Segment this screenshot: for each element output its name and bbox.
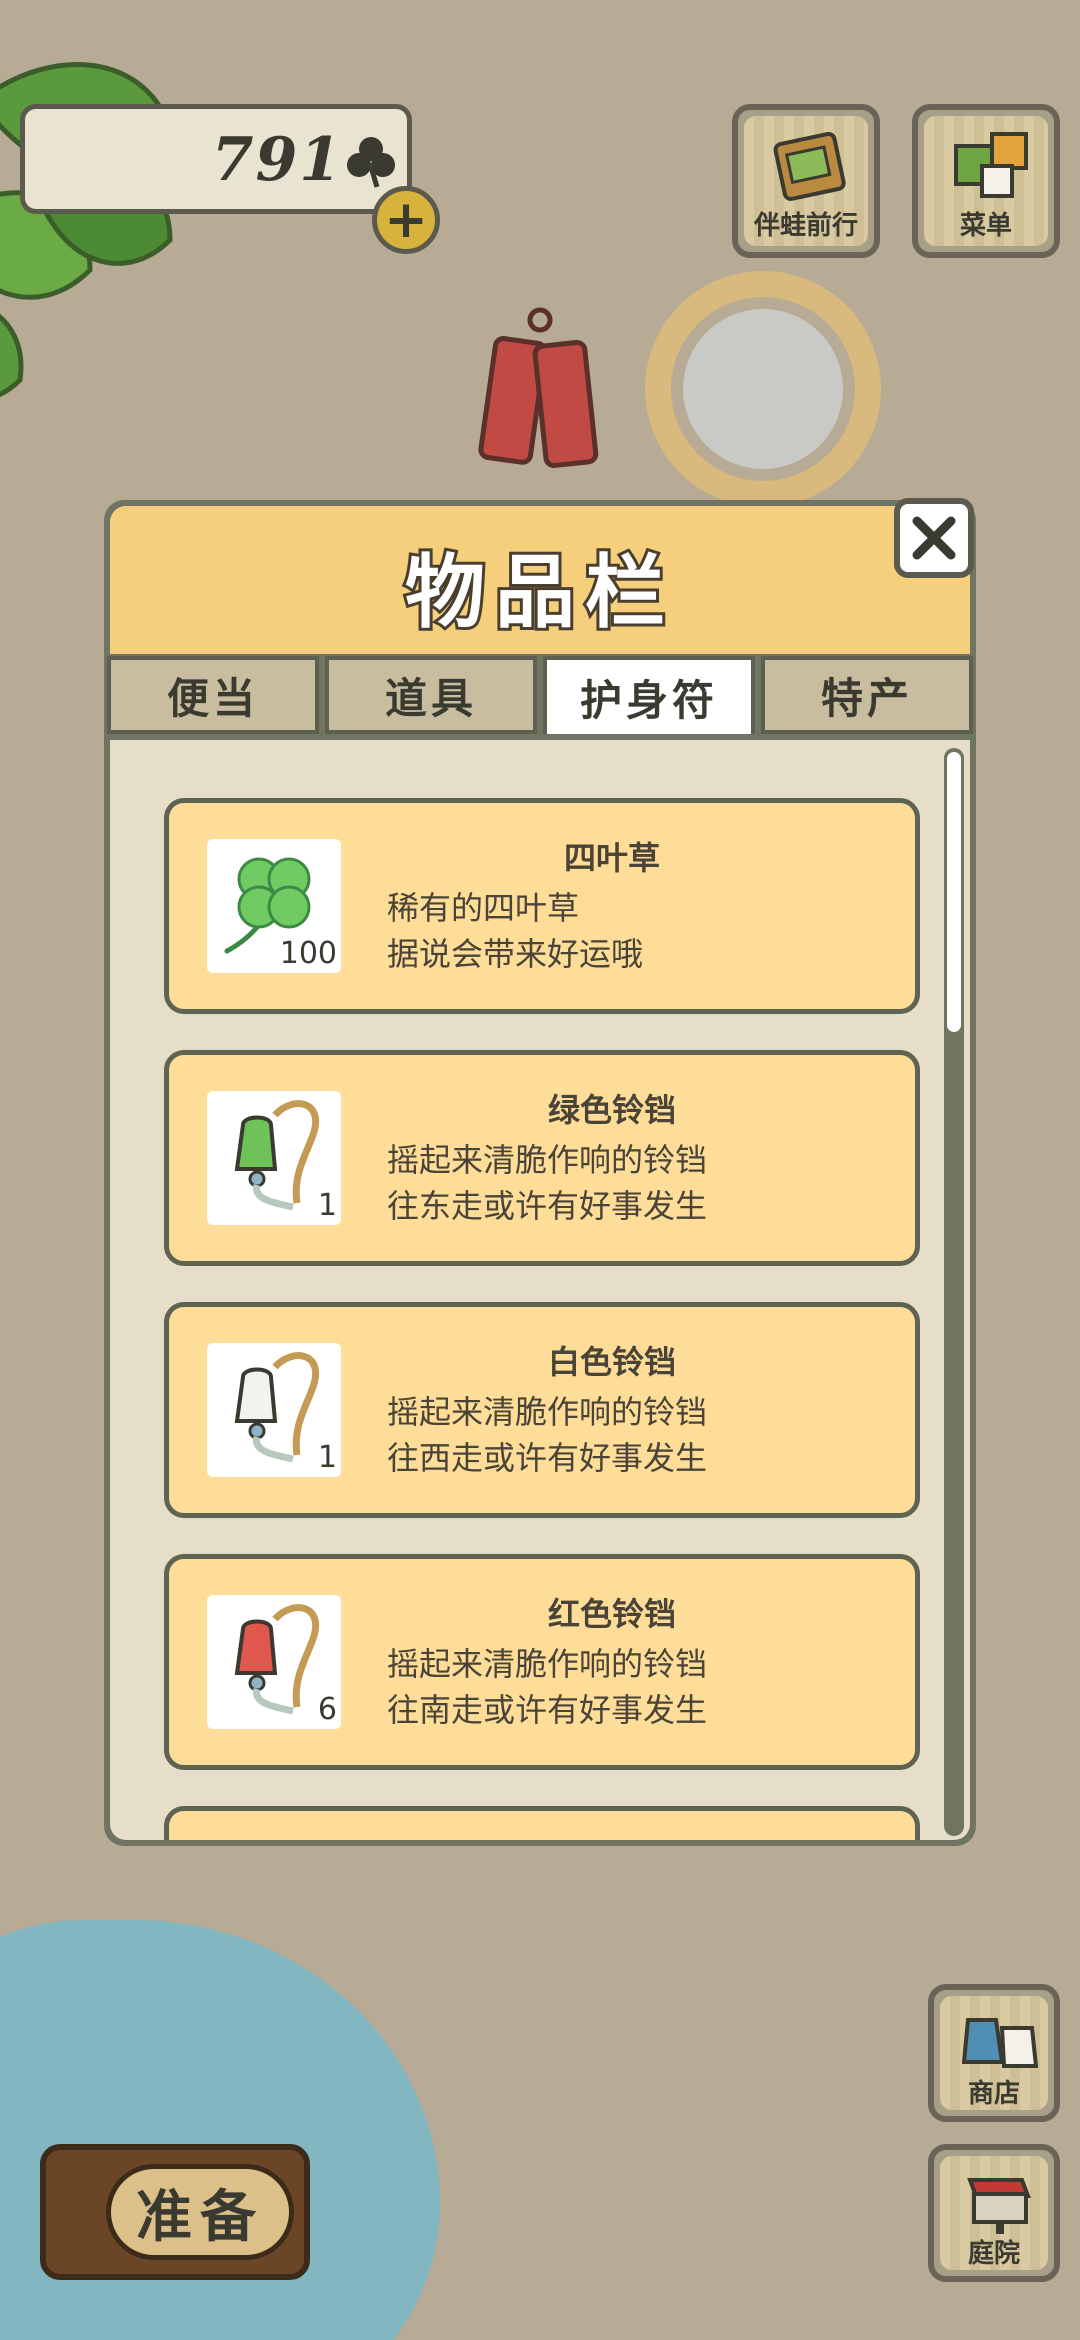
item-thumbnail: 1 [207, 1091, 341, 1225]
item-name: 红色铃铛 [547, 1595, 676, 1633]
item-desc-line-2: 往南走或许有好事发生 [387, 1691, 708, 1729]
tab-charms[interactable]: 护身符 [543, 656, 755, 734]
shop-button[interactable]: 商店 [928, 1984, 1060, 2122]
item-name: 四叶草 [563, 839, 660, 877]
tab-specialties[interactable]: 特产 [761, 656, 973, 734]
item-thumbnail: 1 [207, 1343, 341, 1477]
menu-icon [954, 132, 1028, 198]
menu-button[interactable]: 菜单 [912, 104, 1060, 258]
item-card-green-bell[interactable]: 1 绿色铃铛 摇起来清脆作响的铃铛 往东走或许有好事发生 [164, 1050, 920, 1266]
item-card-red-bell[interactable]: 6 红色铃铛 摇起来清脆作响的铃铛 往南走或许有好事发生 [164, 1554, 920, 1770]
item-description: 摇起来清脆作响的铃铛 往东走或许有好事发生 [387, 1137, 707, 1229]
tab-tools[interactable]: 道具 [325, 656, 537, 734]
item-thumbnail: 6 [207, 1595, 341, 1729]
item-desc-line-1: 摇起来清脆作响的铃铛 [387, 1141, 708, 1179]
item-description: 摇起来清脆作响的铃铛 往南走或许有好事发生 [387, 1641, 707, 1733]
yard-label: 庭院 [967, 2239, 1020, 2269]
item-name: 白色铃铛 [547, 1343, 676, 1381]
red-bell-icon [234, 1604, 319, 1715]
inventory-list[interactable]: 100 四叶草 稀有的四叶草 据说会带来好运哦 1 绿色铃铛 摇起来清脆作响的铃… [110, 740, 970, 1840]
currency-display: 791 [20, 104, 412, 214]
item-card-four-leaf-clover[interactable]: 100 四叶草 稀有的四叶草 据说会带来好运哦 [164, 798, 920, 1014]
item-count: 1 [317, 1440, 337, 1475]
journal-label: 伴蛙前行 [753, 211, 858, 241]
close-icon [912, 516, 956, 560]
item-desc-line-2: 往西走或许有好事发生 [387, 1439, 708, 1477]
ring-decoration [645, 271, 881, 507]
menu-label: 菜单 [959, 211, 1012, 241]
close-button[interactable] [894, 498, 974, 578]
item-count: 6 [317, 1692, 337, 1727]
ready-label: 准备 [106, 2164, 294, 2260]
yard-button[interactable]: 庭院 [928, 2144, 1060, 2282]
scrollbar[interactable] [944, 748, 964, 1836]
item-card-white-bell[interactable]: 1 白色铃铛 摇起来清脆作响的铃铛 往西走或许有好事发生 [164, 1302, 920, 1518]
item-desc-line-1: 稀有的四叶草 [387, 889, 580, 927]
item-count: 100 [279, 936, 337, 971]
mailbox-icon [967, 2178, 1031, 2234]
item-card-partial[interactable] [164, 1806, 920, 1840]
item-description: 摇起来清脆作响的铃铛 往西走或许有好事发生 [387, 1389, 707, 1481]
charm-tags-decoration [478, 307, 599, 468]
add-currency-button[interactable]: + [372, 186, 440, 254]
currency-amount: 791 [211, 125, 343, 195]
item-thumbnail: 100 [207, 839, 341, 973]
inventory-modal: 物品栏 便当 道具 护身符 特产 100 四叶草 稀有的四叶草 据说会带来好运哦… [104, 498, 976, 1846]
green-bell-icon [234, 1100, 319, 1211]
ready-button[interactable]: 准备 [40, 2144, 310, 2280]
white-bell-icon [234, 1352, 319, 1463]
inventory-header: 物品栏 [110, 506, 970, 654]
item-description: 稀有的四叶草 据说会带来好运哦 [387, 885, 643, 977]
journal-icon [773, 131, 846, 201]
item-count: 1 [317, 1188, 337, 1223]
item-desc-line-1: 摇起来清脆作响的铃铛 [387, 1393, 708, 1431]
tab-bento[interactable]: 便当 [107, 656, 319, 734]
plant-decoration [0, 61, 173, 397]
shop-label: 商店 [967, 2079, 1020, 2109]
item-desc-line-2: 往东走或许有好事发生 [387, 1187, 708, 1225]
shop-icon [962, 2018, 1038, 2068]
item-name: 绿色铃铛 [547, 1091, 676, 1129]
clover-icon [347, 137, 395, 188]
inventory-tabs: 便当 道具 护身符 特产 [104, 656, 976, 740]
item-desc-line-2: 据说会带来好运哦 [387, 935, 644, 973]
journal-button[interactable]: 伴蛙前行 [732, 104, 880, 258]
item-desc-line-1: 摇起来清脆作响的铃铛 [387, 1645, 708, 1683]
inventory-title: 物品栏 [402, 543, 675, 642]
scroll-thumb[interactable] [947, 752, 961, 1032]
